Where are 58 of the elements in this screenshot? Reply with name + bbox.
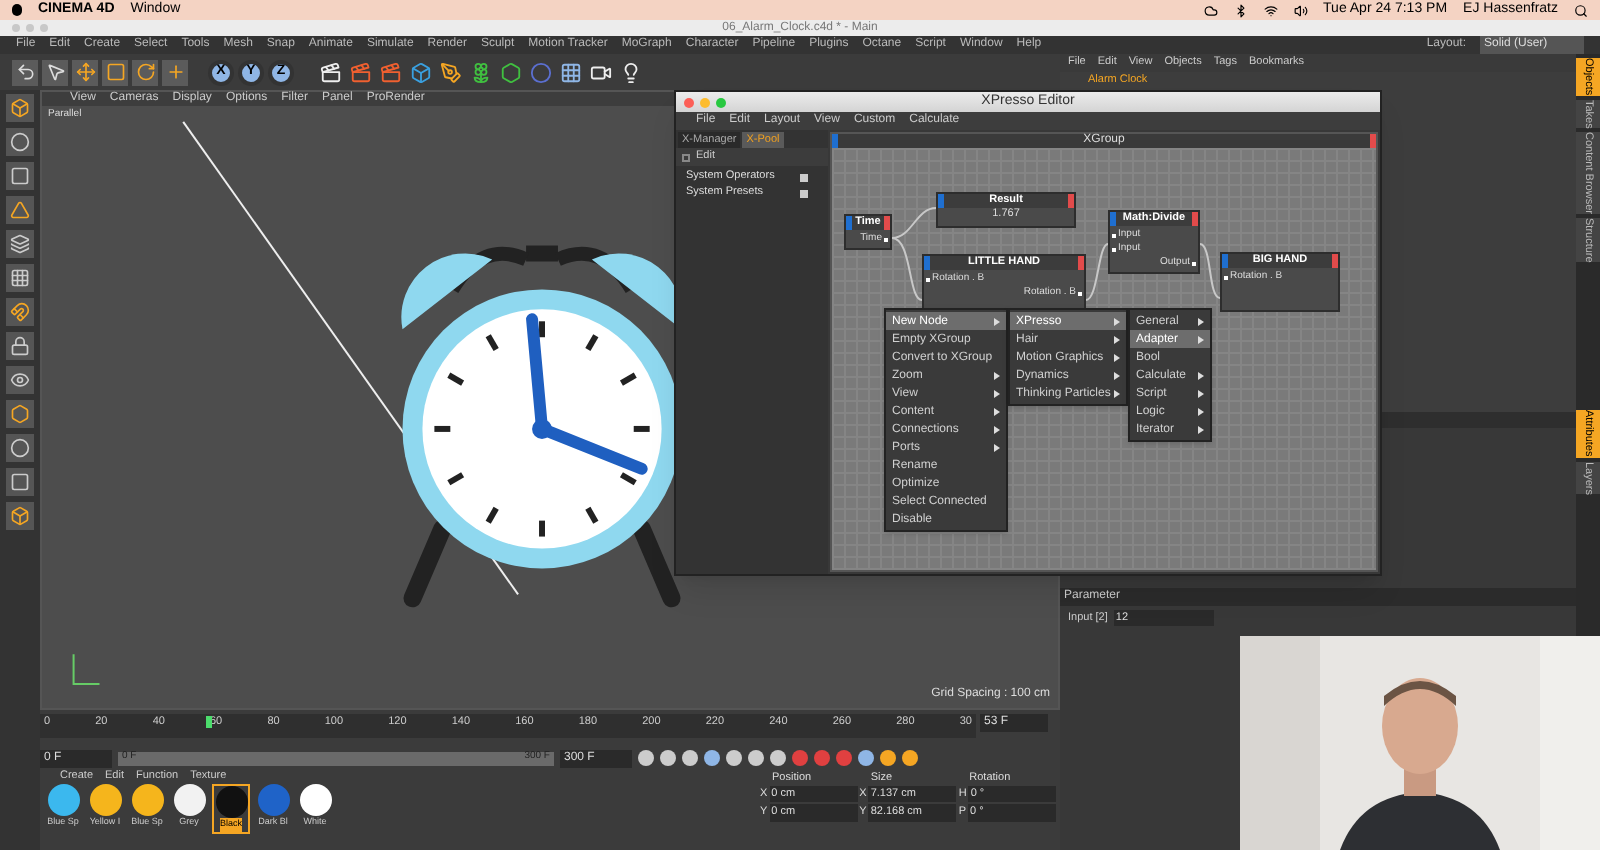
submenu-arrow-icon bbox=[1114, 353, 1120, 361]
submenu-arrow-icon bbox=[1114, 335, 1120, 343]
submenu-arrow-icon bbox=[1198, 407, 1204, 415]
submenu-arrow-icon bbox=[994, 371, 1000, 379]
tool-icon[interactable] bbox=[558, 59, 584, 85]
submenu-arrow-icon bbox=[1114, 317, 1120, 325]
submenu-arrow-icon bbox=[1198, 371, 1204, 379]
tool-icon[interactable] bbox=[102, 59, 128, 85]
submenu-arrow-icon bbox=[1198, 425, 1204, 433]
submenu-arrow-icon bbox=[1198, 389, 1204, 397]
tool-icon[interactable] bbox=[498, 59, 524, 85]
input-port-header-icon bbox=[1222, 254, 1228, 268]
input-port-header-icon bbox=[1110, 212, 1116, 226]
submenu-arrow-icon bbox=[994, 443, 1000, 451]
group-output-icon bbox=[1370, 134, 1376, 148]
submenu-arrow-icon bbox=[994, 389, 1000, 397]
tool-icon[interactable] bbox=[12, 59, 38, 85]
input-port-header-icon bbox=[938, 194, 944, 208]
tool-icon[interactable] bbox=[6, 332, 34, 360]
output-port-header-icon bbox=[1078, 256, 1084, 270]
tool-icon[interactable] bbox=[408, 59, 434, 85]
submenu-arrow-icon bbox=[1198, 335, 1204, 343]
submenu-arrow-icon bbox=[994, 407, 1000, 415]
output-port-header-icon bbox=[1192, 212, 1198, 226]
output-port-header-icon bbox=[1332, 254, 1338, 268]
tool-icon[interactable] bbox=[72, 59, 98, 85]
tool-icon[interactable] bbox=[6, 162, 34, 190]
tool-icon[interactable] bbox=[162, 59, 188, 85]
tool-icon[interactable] bbox=[6, 434, 34, 462]
tool-icon[interactable] bbox=[132, 59, 158, 85]
wire bbox=[1085, 243, 1109, 301]
search-icon[interactable] bbox=[1574, 3, 1588, 17]
tool-icon[interactable] bbox=[6, 230, 34, 258]
output-port-header-icon bbox=[1068, 194, 1074, 208]
tool-icon[interactable] bbox=[6, 128, 34, 156]
tool-icon[interactable] bbox=[42, 59, 68, 85]
tool-icon[interactable] bbox=[6, 264, 34, 292]
axis-gizmo-icon bbox=[72, 653, 101, 686]
input-port-header-icon bbox=[924, 256, 930, 270]
cloud-icon[interactable] bbox=[1203, 3, 1218, 17]
submenu-arrow-icon bbox=[1114, 389, 1120, 397]
bluetooth-icon[interactable] bbox=[1233, 3, 1248, 17]
wifi-icon[interactable] bbox=[1263, 3, 1278, 17]
submenu-arrow-icon bbox=[1198, 317, 1204, 325]
submenu-arrow-icon bbox=[994, 317, 1000, 325]
volume-icon[interactable] bbox=[1293, 3, 1308, 17]
wire bbox=[1199, 243, 1221, 299]
submenu-arrow-icon bbox=[1114, 371, 1120, 379]
submenu-arrow-icon bbox=[994, 425, 1000, 433]
output-port-header-icon bbox=[884, 216, 890, 230]
tool-icon[interactable] bbox=[6, 468, 34, 496]
tool-icon[interactable] bbox=[468, 59, 494, 85]
tool-icon[interactable] bbox=[6, 366, 34, 394]
tool-icon[interactable] bbox=[438, 59, 464, 85]
checkbox-icon bbox=[682, 153, 690, 161]
group-input-icon bbox=[832, 134, 838, 148]
tool-icon[interactable] bbox=[318, 59, 344, 85]
input-port-header-icon bbox=[846, 216, 852, 230]
